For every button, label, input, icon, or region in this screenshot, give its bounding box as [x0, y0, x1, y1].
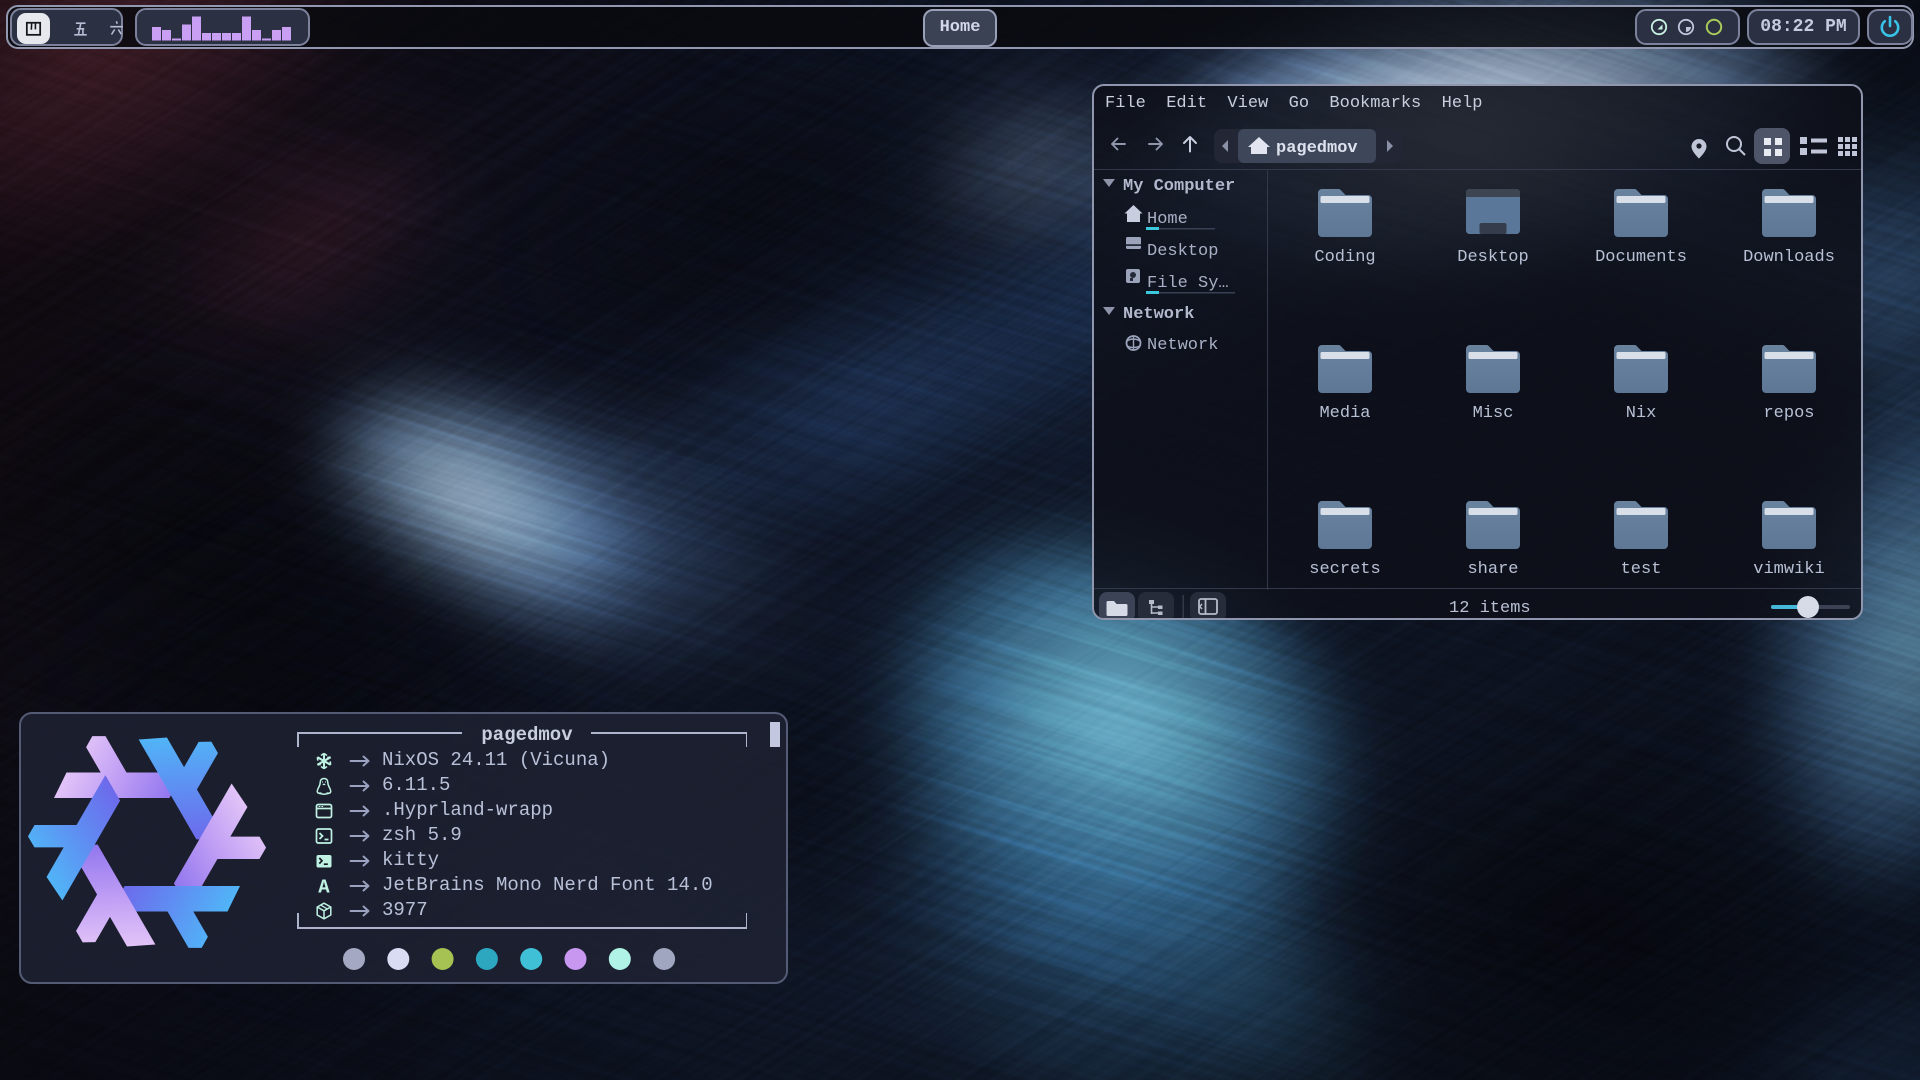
svg-text:A: A: [318, 877, 330, 897]
svg-text:12 items: 12 items: [1449, 599, 1531, 618]
